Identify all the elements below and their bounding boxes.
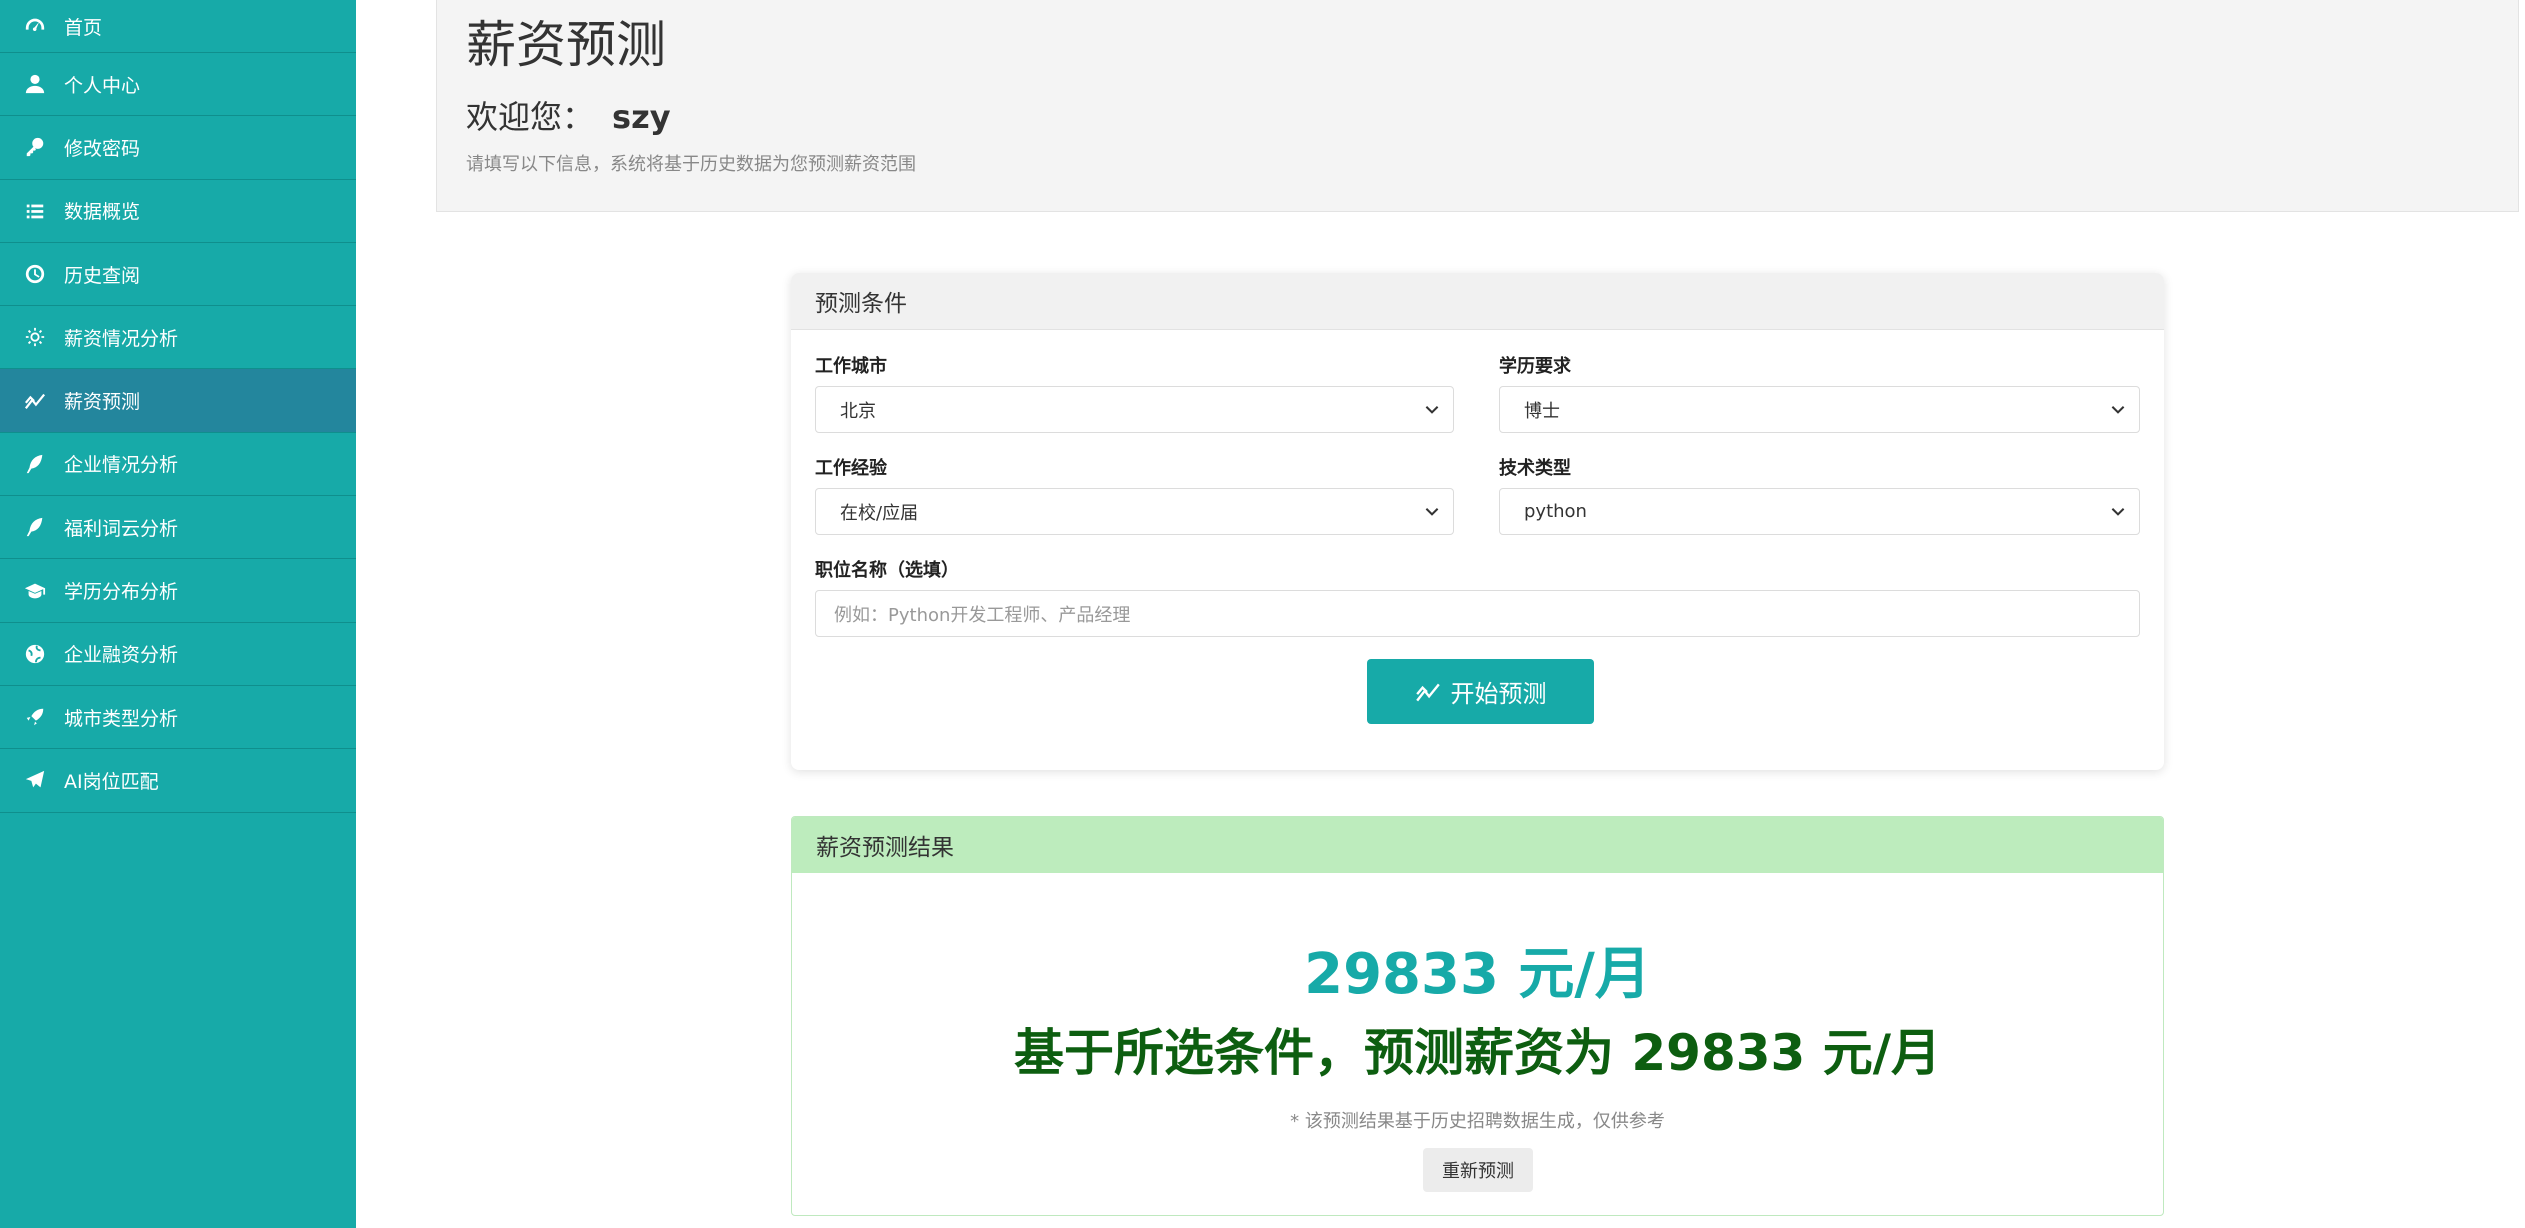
- sidebar-item-history[interactable]: 历史查阅: [0, 243, 356, 307]
- predicted-salary-value: 29833 元/月: [1304, 942, 1651, 1007]
- position-input[interactable]: 例如：Python开发工程师、产品经理: [815, 590, 2140, 637]
- sidebar-item-label: 企业情况分析: [64, 454, 179, 477]
- education-select-value: 博士: [1524, 400, 1560, 422]
- user-icon: [22, 71, 48, 97]
- sidebar-item-label: 首页: [64, 16, 103, 39]
- sidebar-item-label: AI岗位匹配: [64, 770, 159, 793]
- sidebar-item-label: 薪资预测: [64, 391, 141, 414]
- paper-plane-icon: [22, 767, 48, 793]
- feather-icon: [22, 514, 48, 540]
- tech-select-value: python: [1524, 501, 1587, 522]
- prediction-result-card: 薪资预测结果 29833 元/月 基于所选条件，预测薪资为 29833 元/月 …: [791, 816, 2164, 1216]
- chart-line-icon: [1415, 683, 1440, 701]
- sidebar-item-label: 城市类型分析: [64, 707, 179, 730]
- sidebar-item-financing-analysis[interactable]: 企业融资分析: [0, 623, 356, 686]
- experience-select[interactable]: 在校/应届: [815, 488, 1454, 535]
- clock-icon: [22, 261, 48, 287]
- result-card-title: 薪资预测结果: [792, 817, 2163, 873]
- page-hint: 请填写以下信息，系统将基于历史数据为您预测薪资范围: [466, 154, 916, 175]
- tech-label: 技术类型: [1499, 458, 1571, 479]
- globe-icon: [22, 641, 48, 667]
- feather-icon: [22, 451, 48, 477]
- sidebar-item-password[interactable]: 修改密码: [0, 116, 356, 180]
- chevron-down-icon: [1425, 406, 1439, 414]
- education-label: 学历要求: [1499, 356, 1571, 377]
- sidebar-item-education-analysis[interactable]: 学历分布分析: [0, 559, 356, 623]
- chevron-down-icon: [1425, 508, 1439, 516]
- city-select[interactable]: 北京: [815, 386, 1454, 433]
- sidebar-item-label: 企业融资分析: [64, 644, 179, 667]
- sidebar-item-salary-prediction[interactable]: 薪资预测: [0, 369, 356, 433]
- sidebar-item-home[interactable]: 首页: [0, 0, 356, 53]
- dashboard-icon: [22, 13, 48, 39]
- graduation-cap-icon: [22, 578, 48, 604]
- sidebar-item-label: 历史查阅: [64, 264, 141, 287]
- username: szy: [612, 98, 671, 136]
- city-label: 工作城市: [815, 356, 887, 377]
- tech-select[interactable]: python: [1499, 488, 2140, 535]
- prediction-conditions-card: 预测条件 工作城市 北京 学历要求 博士 工作经验 在校/应届 技术类型 pyt…: [791, 273, 2164, 770]
- sidebar-item-label: 学历分布分析: [64, 581, 179, 604]
- experience-select-value: 在校/应届: [840, 502, 919, 524]
- sidebar-item-city-analysis[interactable]: 城市类型分析: [0, 686, 356, 750]
- chevron-down-icon: [2111, 406, 2125, 414]
- chart-line-icon: [22, 388, 48, 414]
- welcome-prefix: 欢迎您：: [466, 98, 595, 136]
- start-prediction-label: 开始预测: [1450, 680, 1547, 708]
- sidebar-item-data-overview[interactable]: 数据概览: [0, 180, 356, 243]
- repredict-button[interactable]: 重新预测: [1423, 1148, 1533, 1192]
- card-title: 预测条件: [791, 273, 2164, 330]
- sidebar-item-salary-analysis[interactable]: 薪资情况分析: [0, 306, 356, 370]
- position-label: 职位名称（选填）: [815, 560, 959, 581]
- page-title: 薪资预测: [466, 16, 666, 74]
- sidebar-item-welfare-wordcloud[interactable]: 福利词云分析: [0, 496, 356, 560]
- sidebar-item-ai-job-match[interactable]: AI岗位匹配: [0, 749, 356, 813]
- sidebar-item-label: 数据概览: [64, 201, 141, 224]
- sidebar-item-label: 修改密码: [64, 137, 141, 160]
- list-icon: [22, 198, 48, 224]
- education-select[interactable]: 博士: [1499, 386, 2140, 433]
- sun-icon: [22, 324, 48, 350]
- page-header: 薪资预测 欢迎您： szy 请填写以下信息，系统将基于历史数据为您预测薪资范围: [436, 0, 2519, 212]
- welcome-text: 欢迎您： szy: [466, 92, 2489, 138]
- start-prediction-button[interactable]: 开始预测: [1367, 659, 1594, 724]
- prediction-summary: 基于所选条件，预测薪资为 29833 元/月: [1013, 1024, 1942, 1082]
- sidebar-item-company-analysis[interactable]: 企业情况分析: [0, 433, 356, 497]
- chevron-down-icon: [2111, 508, 2125, 516]
- sidebar-item-label: 薪资情况分析: [64, 327, 179, 350]
- key-icon: [22, 134, 48, 160]
- city-select-value: 北京: [840, 400, 876, 422]
- disclaimer-note: * 该预测结果基于历史招聘数据生成，仅供参考: [1290, 1111, 1665, 1132]
- sidebar-item-label: 个人中心: [64, 74, 141, 97]
- sidebar: 首页 个人中心 修改密码 数据概览 历史查阅 薪资情况分析 薪资预测 企业情况分…: [0, 0, 356, 1228]
- rocket-icon: [22, 704, 48, 730]
- experience-label: 工作经验: [815, 458, 887, 479]
- position-input-placeholder: 例如：Python开发工程师、产品经理: [834, 604, 1131, 626]
- sidebar-item-label: 福利词云分析: [64, 517, 179, 540]
- sidebar-item-profile[interactable]: 个人中心: [0, 53, 356, 117]
